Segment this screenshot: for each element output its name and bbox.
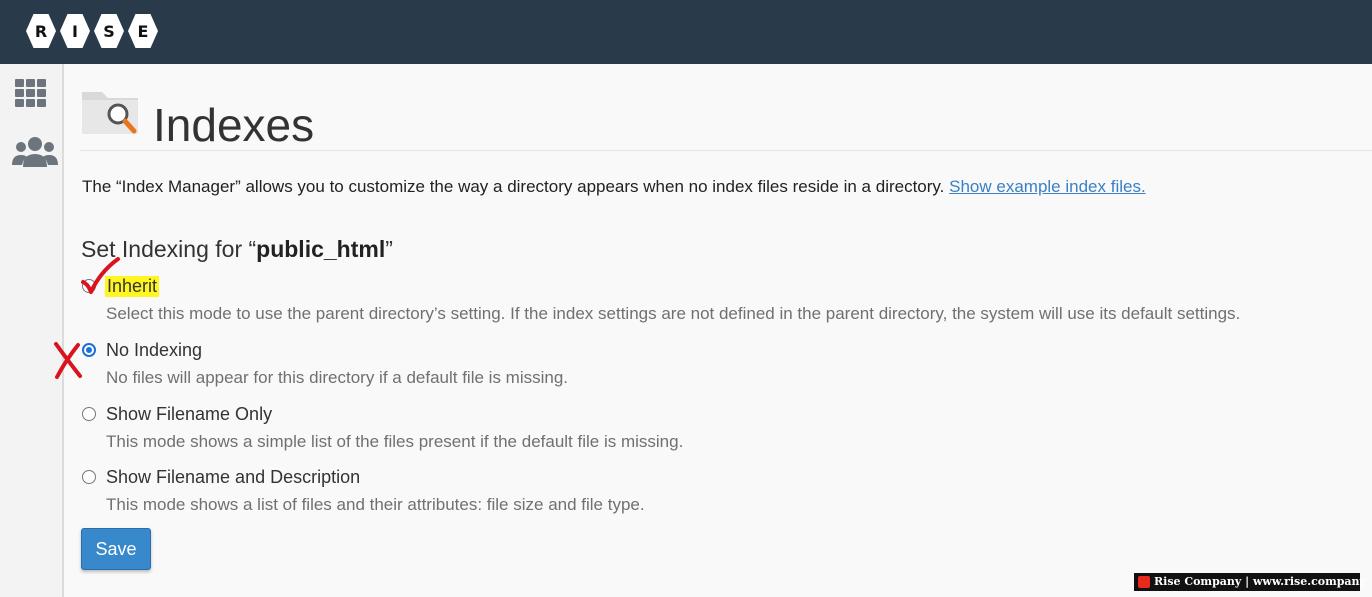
no-indexing-label[interactable]: No Indexing [106, 340, 202, 361]
rise-logo[interactable]: R I S E [26, 14, 158, 48]
save-button[interactable]: Save [81, 528, 151, 570]
watermark: Rise Company | www.rise.company [1134, 573, 1366, 591]
filename-only-radio[interactable] [82, 407, 96, 421]
page-header: Indexes [80, 80, 1372, 151]
section-title: Set Indexing for “public_html” [81, 236, 393, 263]
page-title: Indexes [153, 99, 315, 151]
logo-letter: E [128, 14, 158, 48]
logo-letter: S [94, 14, 124, 48]
grid-icon[interactable] [12, 76, 56, 116]
filename-description-radio[interactable] [82, 470, 96, 484]
watermark-logo-icon [1138, 576, 1150, 588]
filename-only-label[interactable]: Show Filename Only [106, 404, 272, 425]
page-description: The “Index Manager” allows you to custom… [82, 177, 1146, 197]
no-indexing-help: No files will appear for this directory … [106, 368, 569, 387]
logo-letter: R [26, 14, 56, 48]
filename-only-help: This mode shows a simple list of the fil… [106, 432, 684, 451]
description-text: The “Index Manager” allows you to custom… [82, 177, 945, 196]
sidebar [0, 64, 64, 597]
show-example-link[interactable]: Show example index files. [949, 177, 1146, 196]
top-navbar: R I S E [0, 0, 1372, 64]
users-icon[interactable] [12, 134, 58, 174]
filename-description-help: This mode shows a list of files and thei… [106, 495, 645, 514]
logo-letter: I [60, 14, 90, 48]
folder-search-icon [80, 84, 142, 145]
main-content: Indexes The “Index Manager” allows you t… [80, 64, 1372, 597]
filename-description-label[interactable]: Show Filename and Description [106, 467, 360, 488]
inherit-help: Select this mode to use the parent direc… [106, 304, 1241, 323]
watermark-text: Rise Company | www.rise.company [1154, 575, 1366, 588]
cross-annotation-icon [54, 342, 82, 379]
section-title-suffix: ” [385, 236, 393, 262]
directory-name: public_html [256, 236, 386, 262]
checkmark-annotation-icon [81, 257, 120, 294]
